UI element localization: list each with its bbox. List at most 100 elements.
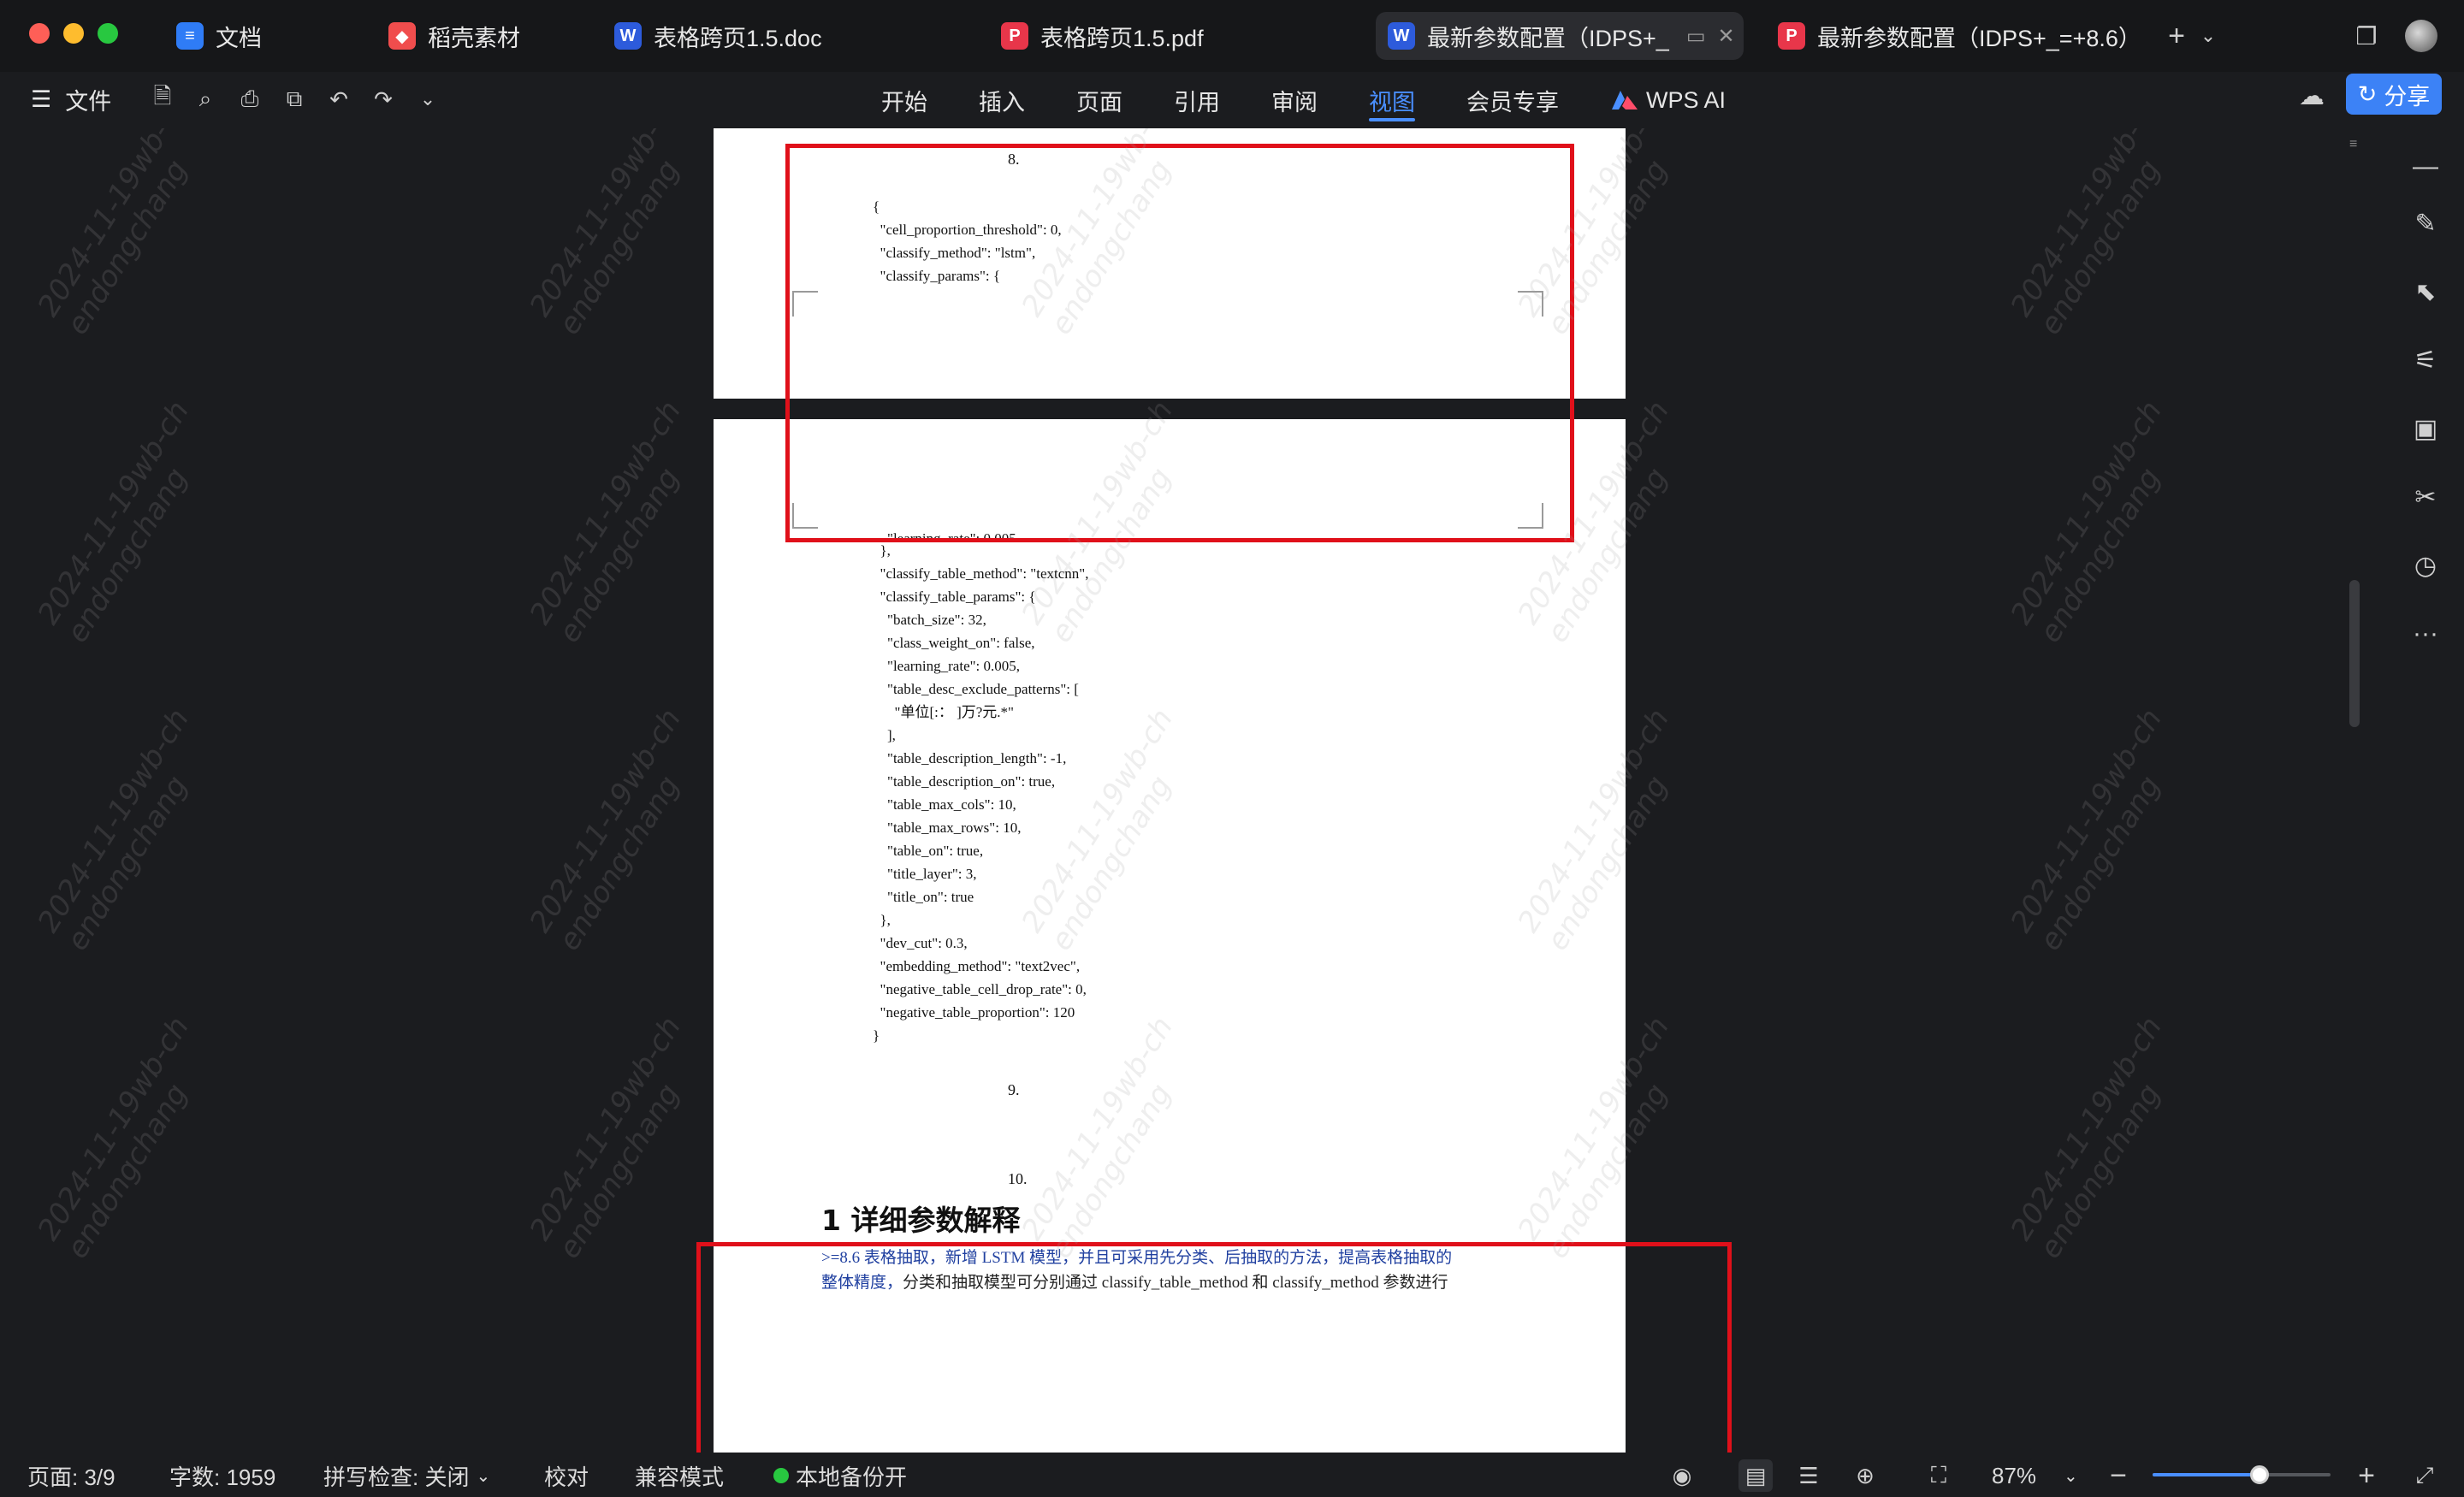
- compat-mode-label: 兼容模式: [635, 1464, 725, 1490]
- highlight-box: [785, 144, 1574, 542]
- zoom-level: 87%: [1992, 1462, 2037, 1488]
- avatar[interactable]: [2402, 17, 2440, 55]
- highlight-box: [696, 1242, 1732, 1453]
- tab-home[interactable]: 开始: [881, 72, 927, 128]
- ribbon-menu: 开始 插入 页面 引用 审阅 视图 会员专享 WPS AI: [881, 72, 1777, 128]
- history-icon[interactable]: ◷: [2404, 544, 2447, 587]
- tab-params-doc-active[interactable]: W 最新参数配置（IDPS+_ ▭ ✕: [1376, 12, 1744, 60]
- spell-check-label: 拼写检查: 关闭: [323, 1464, 470, 1490]
- screen-icon[interactable]: ▭: [1686, 24, 1706, 49]
- print-preview-icon[interactable]: ⧉: [275, 80, 313, 118]
- undo-icon[interactable]: ↶: [320, 80, 358, 118]
- document-workspace[interactable]: 8. { "cell_proportion_threshold": 0, "cl…: [0, 128, 2464, 1453]
- page-view-icon[interactable]: ▤: [1738, 1459, 1773, 1492]
- redo-icon[interactable]: ↷: [364, 80, 402, 118]
- zoom-slider-fill: [2153, 1473, 2260, 1476]
- zoom-in-icon[interactable]: +: [2349, 1459, 2384, 1492]
- tab-references[interactable]: 引用: [1174, 72, 1220, 128]
- backup-status[interactable]: 本地备份开: [773, 1461, 907, 1490]
- pen-icon[interactable]: ✎: [2404, 202, 2447, 245]
- zoom-slider-handle[interactable]: [2249, 1465, 2269, 1484]
- share-icon: ↻: [2357, 80, 2378, 107]
- pdf-doc-icon: P: [1001, 22, 1028, 50]
- scroll-up-icon[interactable]: ≡: [2349, 137, 2357, 152]
- web-view-icon[interactable]: ⊕: [1848, 1459, 1882, 1492]
- chevron-down-icon[interactable]: ⌄: [2195, 17, 2221, 55]
- zoom-select[interactable]: 87% ⌄: [1992, 1461, 2078, 1490]
- tab-label: 表格跨页1.5.doc: [654, 25, 822, 51]
- fit-page-icon[interactable]: ⛶: [1922, 1459, 1956, 1492]
- doc-app-icon: ≡: [176, 22, 204, 50]
- code-block: }, "classify_table_method": "textcnn", "…: [873, 542, 1089, 1044]
- file-menu-button[interactable]: ☰ 文件: [31, 80, 111, 118]
- spell-check-toggle[interactable]: 拼写检查: 关闭 ⌄: [323, 1461, 490, 1490]
- image-edit-icon[interactable]: ▣: [2404, 407, 2447, 450]
- chevron-down-icon[interactable]: ⌄: [409, 80, 447, 118]
- chevron-down-icon: ⌄: [476, 1466, 491, 1486]
- outline-view-icon[interactable]: ☰: [1792, 1459, 1826, 1492]
- tools-icon[interactable]: ✂: [2404, 476, 2447, 518]
- tab-params-pdf[interactable]: P 最新参数配置（IDPS+_=+8.6）: [1778, 12, 2141, 60]
- format-painter-icon[interactable]: ⌕: [187, 80, 224, 118]
- tab-docs[interactable]: ≡ 文档: [176, 12, 262, 60]
- vertical-scrollbar[interactable]: ≡: [2346, 137, 2363, 1446]
- tab-label: 最新参数配置（IDPS+_=+8.6）: [1817, 25, 2141, 51]
- watermark: 2024-11-19wb-chendongchang: [2004, 1010, 2170, 1265]
- tab-label: 最新参数配置（IDPS+_: [1427, 25, 1669, 51]
- select-cursor-icon[interactable]: ⬉: [2404, 270, 2447, 313]
- wps-ai-button[interactable]: WPS AI: [1610, 72, 1726, 128]
- new-tab-icon[interactable]: +: [2158, 17, 2195, 55]
- tab-view[interactable]: 视图: [1369, 72, 1415, 128]
- scroll-thumb[interactable]: [2349, 580, 2360, 727]
- share-label: 分享: [2384, 83, 2431, 109]
- zoom-slider[interactable]: [2153, 1465, 2331, 1484]
- tab-label: 稻壳素材: [428, 25, 520, 51]
- tab-docer[interactable]: ◆ 稻壳素材: [388, 12, 520, 60]
- close-window-button[interactable]: [29, 23, 50, 44]
- chevron-down-icon: ⌄: [2064, 1466, 2078, 1486]
- backup-status-dot: [773, 1468, 789, 1483]
- tab-insert[interactable]: 插入: [979, 72, 1025, 128]
- word-count[interactable]: 字数: 1959: [169, 1461, 275, 1490]
- fullscreen-icon[interactable]: ⤢: [2408, 1459, 2442, 1492]
- watermark: 2024-11-19wb-chendongchang: [523, 702, 689, 957]
- tab-member[interactable]: 会员专享: [1466, 72, 1559, 128]
- proofread-button[interactable]: 校对: [544, 1461, 589, 1490]
- maximize-window-button[interactable]: [98, 23, 118, 44]
- toolbar: ☰ 文件 🗎 ⌕ ⎙ ⧉ ↶ ↷ ⌄ 开始 插入 页面 引用 审阅 视图 会员专…: [0, 72, 2464, 128]
- section-heading: 1 详细参数解释: [821, 1204, 1021, 1237]
- watermark: 2024-11-19wb-chendongchang: [523, 128, 689, 341]
- window-layout-icon[interactable]: ❐: [2348, 17, 2385, 55]
- eye-protection-icon[interactable]: ◉: [1665, 1459, 1699, 1492]
- tab-label: 文档: [216, 25, 262, 51]
- tab-page[interactable]: 页面: [1076, 72, 1122, 128]
- save-icon[interactable]: 🗎: [144, 80, 181, 118]
- close-tab-icon[interactable]: ✕: [1718, 24, 1735, 49]
- adjust-icon[interactable]: ⚟: [2404, 339, 2447, 382]
- list-number: 9.: [1008, 1081, 1020, 1098]
- collapse-icon[interactable]: —: [2404, 145, 2447, 188]
- list-number: 10.: [1008, 1170, 1028, 1187]
- title-bar: ≡ 文档 ◆ 稻壳素材 W 表格跨页1.5.doc P 表格跨页1.5.pdf …: [0, 0, 2464, 72]
- pdf-doc-icon: P: [1778, 22, 1805, 50]
- tab-table-pdf[interactable]: P 表格跨页1.5.pdf: [1001, 12, 1204, 60]
- wps-ai-label: WPS AI: [1646, 86, 1727, 113]
- minimize-window-button[interactable]: [63, 23, 84, 44]
- word-doc-icon: W: [1388, 22, 1415, 50]
- page-indicator[interactable]: 页面: 3/9: [27, 1461, 116, 1490]
- tab-table-doc[interactable]: W 表格跨页1.5.doc: [614, 12, 822, 60]
- hamburger-icon: ☰: [31, 86, 52, 112]
- cloud-sync-icon[interactable]: ☁: [2293, 79, 2331, 113]
- watermark: 2024-11-19wb-chendongchang: [2004, 394, 2170, 649]
- print-icon[interactable]: ⎙: [231, 80, 269, 118]
- share-button[interactable]: ↻ 分享: [2346, 74, 2442, 115]
- more-icon[interactable]: ···: [2404, 612, 2447, 655]
- word-doc-icon: W: [614, 22, 642, 50]
- docer-icon: ◆: [388, 22, 416, 50]
- tab-review[interactable]: 审阅: [1271, 72, 1318, 128]
- zoom-out-icon[interactable]: −: [2101, 1459, 2135, 1492]
- watermark: 2024-11-19wb-chendongchang: [2004, 128, 2170, 341]
- watermark: 2024-11-19wb-chendongchang: [523, 394, 689, 649]
- watermark: 2024-11-19wb-chendongchang: [31, 128, 197, 341]
- right-sidebar: — ✎ ⬉ ⚟ ▣ ✂ ◷ ···: [2387, 128, 2464, 1453]
